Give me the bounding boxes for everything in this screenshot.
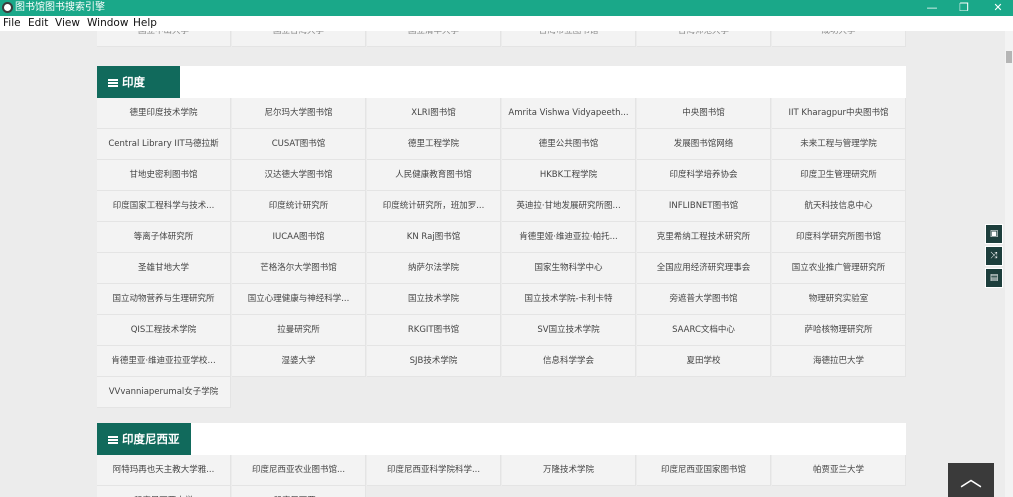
library-item[interactable]: 人民健康教育图书馆	[367, 160, 501, 191]
library-item[interactable]: 印度卫生管理研究所	[772, 160, 906, 191]
library-grid-indonesia: 阿特玛再也天主教大学雅... 印度尼西亚农业图书馆... 印度尼西亚科学院科学...…	[97, 455, 906, 497]
restore-button[interactable]: ❐	[949, 0, 979, 16]
library-item[interactable]: 国立技术学院-卡利卡特	[502, 284, 636, 315]
library-item[interactable]: 海德拉巴大学	[772, 346, 906, 377]
section-tab-india[interactable]: 印度	[97, 66, 180, 98]
menu-help[interactable]: Help	[133, 17, 157, 30]
side-top-icon-button[interactable]: ▣	[985, 224, 1003, 244]
library-item[interactable]: 中央图书馆	[637, 98, 771, 129]
library-item[interactable]: 尼尔玛大学图书馆	[232, 98, 366, 129]
library-item[interactable]: 印度尼西亚...	[232, 486, 366, 497]
list-icon	[108, 78, 118, 87]
section-title-india: 印度	[122, 75, 145, 89]
library-item[interactable]: IIT Kharagpur中央图书馆	[772, 98, 906, 129]
library-item[interactable]: 圣雄甘地大学	[97, 253, 231, 284]
library-item[interactable]: 航天科技信息中心	[772, 191, 906, 222]
library-item[interactable]: 夏田学校	[637, 346, 771, 377]
library-item[interactable]: 克里希纳工程技术研究所	[637, 222, 771, 253]
library-item[interactable]: XLRI图书馆	[367, 98, 501, 129]
library-item[interactable]: 德里公共图书馆	[502, 129, 636, 160]
library-item[interactable]: SAARC文档中心	[637, 315, 771, 346]
library-item[interactable]: 国立心理健康与神经科学...	[232, 284, 366, 315]
library-item[interactable]: 国立技术学院	[367, 284, 501, 315]
close-button[interactable]: ✕	[983, 0, 1013, 16]
library-item[interactable]: 等离子体研究所	[97, 222, 231, 253]
library-item[interactable]: INFLIBNET图书馆	[637, 191, 771, 222]
library-item[interactable]: CUSAT图书馆	[232, 129, 366, 160]
library-item[interactable]: 德里工程学院	[367, 129, 501, 160]
library-item[interactable]: 成功大学	[772, 31, 906, 47]
library-item[interactable]: 印度尼西亚农业图书馆...	[232, 455, 366, 486]
library-item[interactable]: 帕贾亚兰大学	[772, 455, 906, 486]
section-title-indonesia: 印度尼西亚	[122, 432, 180, 446]
minimize-button[interactable]: —	[917, 0, 947, 16]
library-item[interactable]: 万隆技术学院	[502, 455, 636, 486]
section-header-indonesia: 印度尼西亚	[97, 423, 906, 455]
library-item[interactable]: 阿特玛再也天主教大学雅...	[97, 455, 231, 486]
library-item[interactable]: 国立清华大学	[367, 31, 501, 47]
side-bottom-icon-button[interactable]: ▤	[985, 268, 1003, 288]
library-item[interactable]: Amrita Vishwa Vidyapeeth...	[502, 98, 636, 129]
library-item[interactable]: 纳萨尔法学院	[367, 253, 501, 284]
section-header-india: 印度	[97, 66, 906, 98]
library-item[interactable]: 台湾师范大学	[637, 31, 771, 47]
library-item[interactable]: 信息科学学会	[502, 346, 636, 377]
section-tab-indonesia[interactable]: 印度尼西亚	[97, 423, 191, 455]
library-item[interactable]: 印度尼西亚科学院科学...	[367, 455, 501, 486]
library-item[interactable]: 全国应用经济研究理事会	[637, 253, 771, 284]
library-item[interactable]: 印度科学研究所图书馆	[772, 222, 906, 253]
vertical-scrollbar[interactable]	[1005, 31, 1013, 497]
library-grid-india: 德里印度技术学院 尼尔玛大学图书馆 XLRI图书馆 Amrita Vishwa Vid…	[97, 98, 906, 408]
library-item[interactable]: IUCAA图书馆	[232, 222, 366, 253]
library-item[interactable]: HKBK工程学院	[502, 160, 636, 191]
library-item[interactable]: 肯德里亚·维迪亚拉亚学校...	[97, 346, 231, 377]
library-item[interactable]: 甘地史密利图书馆	[97, 160, 231, 191]
library-item[interactable]: 印度国家工程科学与技术...	[97, 191, 231, 222]
library-item[interactable]: RKGIT图书馆	[367, 315, 501, 346]
menu-bar: File Edit View Window Help	[0, 16, 1013, 31]
menu-view[interactable]: View	[55, 17, 80, 30]
library-item[interactable]: 旁遮普大学图书馆	[637, 284, 771, 315]
title-bar: 图书馆图书搜索引擎 — ❐ ✕	[0, 0, 1013, 16]
library-item[interactable]: 汉达德大学图书馆	[232, 160, 366, 191]
library-item[interactable]: 萨哈核物理研究所	[772, 315, 906, 346]
library-item[interactable]: Central Library IIT马德拉斯	[97, 129, 231, 160]
menu-window[interactable]: Window	[87, 17, 128, 30]
menu-edit[interactable]: Edit	[28, 17, 48, 30]
library-item[interactable]: KN Raj图书馆	[367, 222, 501, 253]
library-item[interactable]: VVvanniaperumal女子学院	[97, 377, 231, 408]
library-item[interactable]: 国立中山大学	[97, 31, 231, 47]
library-item[interactable]: QIS工程技术学院	[97, 315, 231, 346]
menu-file[interactable]: File	[3, 17, 21, 30]
library-item[interactable]: 印度尼西亚国家图书馆	[637, 455, 771, 486]
back-to-top-button[interactable]: ︿	[948, 463, 994, 497]
library-item[interactable]: 印度统计研究所	[232, 191, 366, 222]
library-item[interactable]: 发展图书馆网络	[637, 129, 771, 160]
library-item[interactable]: 国家生物科学中心	[502, 253, 636, 284]
library-item[interactable]: 印度尼西亚大学	[97, 486, 231, 497]
list-icon	[108, 435, 118, 444]
library-item[interactable]: 印度科学培养协会	[637, 160, 771, 191]
library-item[interactable]: 国立农业推广管理研究所	[772, 253, 906, 284]
library-item[interactable]: 英迪拉·甘地发展研究所图...	[502, 191, 636, 222]
scrollbar-thumb[interactable]	[1006, 51, 1012, 63]
app-icon	[2, 2, 13, 13]
library-item[interactable]: 物理研究实验室	[772, 284, 906, 315]
library-item[interactable]: 国立动物营养与生理研究所	[97, 284, 231, 315]
library-item[interactable]: 湿婆大学	[232, 346, 366, 377]
library-item[interactable]: 印度统计研究所，班加罗...	[367, 191, 501, 222]
library-item[interactable]: SJB技术学院	[367, 346, 501, 377]
library-item[interactable]: 肯德里娅·维迪亚拉·帕托...	[502, 222, 636, 253]
library-item[interactable]: 未来工程与管理学院	[772, 129, 906, 160]
library-item[interactable]: 台湾市立图书馆	[502, 31, 636, 47]
library-item[interactable]: SV国立技术学院	[502, 315, 636, 346]
shuffle-icon-button[interactable]: ⤨	[985, 246, 1003, 266]
library-item[interactable]: 芒格洛尔大学图书馆	[232, 253, 366, 284]
window-title: 图书馆图书搜索引擎	[15, 2, 105, 13]
library-item[interactable]: 国立台湾大学	[232, 31, 366, 47]
library-item[interactable]: 拉曼研究所	[232, 315, 366, 346]
library-item[interactable]: 德里印度技术学院	[97, 98, 231, 129]
partial-library-row: 国立中山大学 国立台湾大学 国立清华大学 台湾市立图书馆 台湾师范大学 成功大学	[97, 31, 906, 47]
